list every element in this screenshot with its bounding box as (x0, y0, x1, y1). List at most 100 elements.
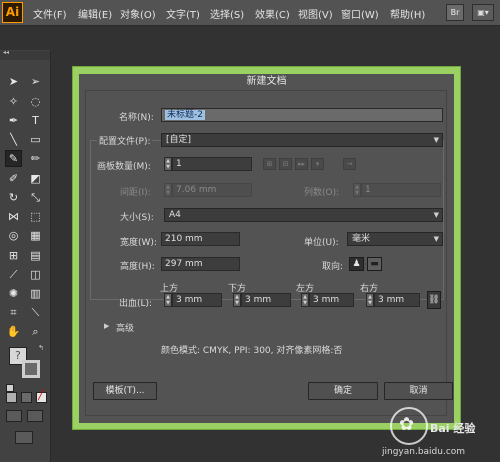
free-transform-tool-icon[interactable]: ⬚ (27, 208, 44, 225)
size-select[interactable]: A4 ▼ (164, 208, 443, 222)
grid-by-row-icon[interactable]: ⊞ (263, 158, 276, 170)
zoom-tool-icon[interactable]: ⌕ (27, 323, 44, 340)
draw-inside-icon[interactable] (27, 410, 43, 422)
landscape-orientation-icon[interactable]: ▬ (367, 257, 382, 271)
menu-help[interactable]: 帮助(H) (390, 6, 425, 21)
right-to-left-icon[interactable]: → (343, 158, 356, 170)
blob-brush-tool-icon[interactable]: ✐ (5, 170, 22, 187)
rotate-tool-icon[interactable]: ↻ (5, 189, 22, 206)
none-mode-icon[interactable]: ╱ (36, 390, 47, 403)
spacing-input[interactable]: 7.06 mm (172, 183, 252, 197)
blend-tool-icon[interactable]: ◫ (27, 266, 44, 283)
bridge-button[interactable]: Br (446, 4, 464, 21)
watermark-url: jingyan.baidu.com (382, 447, 466, 457)
portrait-orientation-icon[interactable]: ♟ (349, 257, 364, 271)
hand-tool-icon[interactable]: ✋ (5, 323, 22, 340)
bleed-left-stepper[interactable]: ▲ ▼ (301, 293, 309, 307)
gradient-mode-icon[interactable] (21, 392, 32, 403)
bleed-bottom-input[interactable]: 3 mm (241, 293, 291, 307)
advanced-label[interactable]: 高级 (116, 321, 134, 334)
slice-tool-icon[interactable]: ⟍ (27, 304, 44, 321)
spacing-stepper[interactable]: ▲ ▼ (164, 183, 172, 197)
units-value: 毫米 (352, 234, 371, 244)
arrange-by-column-icon[interactable]: ▾ (311, 158, 324, 170)
rectangle-tool-icon[interactable]: ▭ (27, 131, 44, 148)
default-fill-stroke-icon[interactable] (6, 384, 14, 392)
eyedropper-tool-icon[interactable]: ⟋ (5, 266, 22, 283)
size-value: A4 (169, 210, 181, 220)
stroke-swatch[interactable] (22, 360, 40, 378)
perspective-grid-tool-icon[interactable]: ▦ (27, 227, 44, 244)
link-bleed-icon[interactable]: ⛓ (427, 291, 441, 309)
bleed-right-stepper[interactable]: ▲ ▼ (366, 293, 374, 307)
menu-file[interactable]: 文件(F) (33, 6, 67, 21)
spacing-label: 间距(I): (120, 188, 151, 198)
columns-input[interactable]: 1 (361, 183, 441, 197)
tools-panel-header[interactable]: ◂◂ (0, 49, 50, 60)
swap-fill-stroke-icon[interactable]: ↰ (38, 344, 44, 352)
lasso-tool-icon[interactable]: ◌ (27, 93, 44, 110)
bleed-top-input[interactable]: 3 mm (172, 293, 222, 307)
watermark-title: Bai 经验 (430, 422, 476, 435)
pen-tool-icon[interactable]: ✒ (5, 112, 22, 129)
document-info-text: 颜色模式: CMYK, PPI: 300, 对齐像素网格:否 (161, 346, 343, 356)
units-select[interactable]: 毫米 ▼ (347, 232, 443, 246)
app-logo: Ai (2, 2, 23, 23)
collapse-icon[interactable]: ◂◂ (3, 49, 9, 56)
type-tool-icon[interactable]: T (27, 112, 44, 129)
profile-select[interactable]: [自定] ▼ (161, 133, 443, 147)
ok-button[interactable]: 确定 (308, 382, 378, 400)
fill-none-icon: ? (15, 349, 21, 362)
column-graph-tool-icon[interactable]: ▥ (27, 285, 44, 302)
columns-stepper[interactable]: ▲ ▼ (353, 183, 361, 197)
chevron-down-icon: ▼ (433, 136, 439, 144)
expand-advanced-icon[interactable]: ▶ (104, 322, 109, 330)
cancel-button[interactable]: 取消 (384, 382, 453, 400)
menu-view[interactable]: 视图(V) (298, 6, 333, 21)
menu-edit[interactable]: 编辑(E) (78, 6, 112, 21)
name-input[interactable]: 未标题-2 (161, 108, 443, 122)
artboards-input[interactable]: 1 (172, 157, 252, 171)
arrange-documents-button[interactable]: ▣▾ (472, 4, 494, 21)
scale-tool-icon[interactable]: ⤡ (27, 189, 44, 206)
size-label: 大小(S): (120, 213, 154, 223)
menu-object[interactable]: 对象(O) (120, 6, 156, 21)
magic-wand-tool-icon[interactable]: ✧ (5, 93, 22, 110)
chevron-down-icon: ▼ (433, 235, 439, 243)
menu-select[interactable]: 选择(S) (210, 6, 244, 21)
screen-mode-icon[interactable] (15, 431, 33, 444)
shape-builder-tool-icon[interactable]: ◎ (5, 227, 22, 244)
gradient-tool-icon[interactable]: ▤ (27, 247, 44, 264)
bleed-right-input[interactable]: 3 mm (374, 293, 420, 307)
name-value: 未标题-2 (165, 110, 205, 120)
menu-window[interactable]: 窗口(W) (341, 6, 379, 21)
symbol-sprayer-tool-icon[interactable]: ✺ (5, 285, 22, 302)
color-mode-icon[interactable] (6, 392, 17, 403)
arrange-by-row-icon[interactable]: ▸▸ (295, 158, 308, 170)
direct-selection-tool-icon[interactable]: ➢ (27, 73, 44, 90)
mesh-tool-icon[interactable]: ⊞ (5, 247, 22, 264)
templates-button[interactable]: 模板(T)... (93, 382, 157, 400)
units-label: 单位(U): (304, 238, 339, 248)
name-label: 名称(N): (119, 113, 154, 123)
bleed-left-input[interactable]: 3 mm (309, 293, 354, 307)
grid-by-column-icon[interactable]: ⊟ (279, 158, 292, 170)
bleed-top-stepper[interactable]: ▲ ▼ (164, 293, 172, 307)
selection-tool-icon[interactable]: ➤ (5, 73, 22, 90)
menu-effect[interactable]: 效果(C) (255, 6, 290, 21)
line-tool-icon[interactable]: ╲ (5, 131, 22, 148)
eraser-tool-icon[interactable]: ◩ (27, 170, 44, 187)
artboards-label: 画板数量(M): (97, 162, 151, 172)
bleed-bottom-stepper[interactable]: ▲ ▼ (233, 293, 241, 307)
paintbrush-tool-icon[interactable]: ✎ (5, 150, 22, 167)
pencil-tool-icon[interactable]: ✏ (27, 150, 44, 167)
height-input[interactable]: 297 mm (161, 257, 240, 271)
width-input[interactable]: 210 mm (161, 232, 240, 246)
profile-label: 配置文件(P): (97, 134, 153, 147)
draw-mode-icon[interactable] (6, 410, 22, 422)
height-label: 高度(H): (120, 262, 155, 272)
menu-type[interactable]: 文字(T) (166, 6, 200, 21)
width-tool-icon[interactable]: ⋈ (5, 208, 22, 225)
artboard-tool-icon[interactable]: ⌗ (5, 304, 22, 321)
artboards-stepper[interactable]: ▲ ▼ (164, 157, 172, 171)
